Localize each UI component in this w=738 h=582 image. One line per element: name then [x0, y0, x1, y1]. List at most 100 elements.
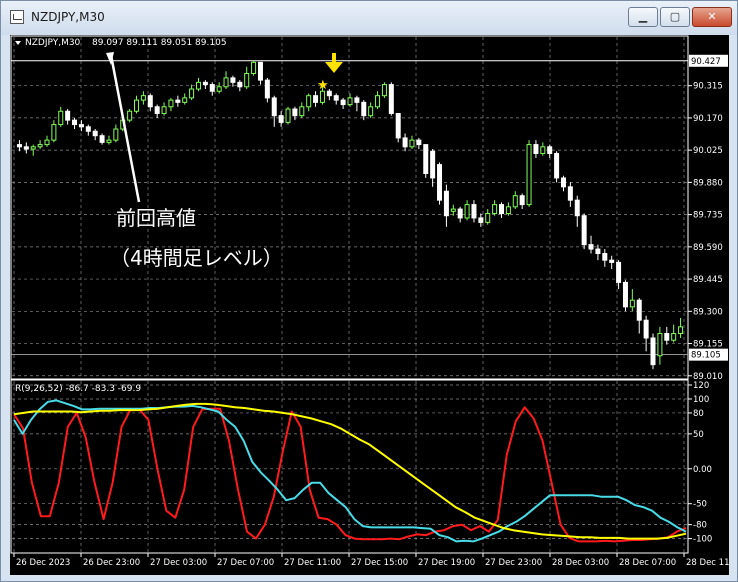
chart-window-icon: [10, 10, 24, 24]
candle-body: [106, 139, 112, 143]
close-button[interactable]: ✕: [692, 7, 732, 27]
candle-body: [402, 137, 408, 148]
candle-body: [306, 95, 312, 108]
candle-body: [381, 84, 387, 97]
maximize-button[interactable]: ▢: [660, 7, 690, 27]
candle-body: [505, 206, 511, 215]
indicator-tick-label: 50: [693, 430, 704, 440]
title-bar[interactable]: NZDJPY,M30 ▁ ▢ ✕: [1, 1, 737, 35]
time-axis: 26 Dec 2023 26 Dec 23:00 27 Dec 03:00 27 De…: [13, 553, 738, 568]
price-tick-label: 89.155: [693, 340, 723, 350]
candle-body: [678, 326, 684, 335]
chart-area[interactable]: 90.315 90.170 90.025 89.880 89.735 89.590 89.4…: [10, 35, 738, 575]
candle-body: [51, 124, 57, 141]
indicator-line-9: [13, 406, 687, 543]
candle-body: [237, 81, 243, 88]
time-tick-label: 27 Dec 11:00: [284, 558, 341, 568]
candle-body: [395, 112, 401, 139]
candle-body: [361, 101, 367, 117]
candle-body: [457, 208, 463, 219]
candle-body: [616, 261, 622, 283]
candle-body: [278, 115, 284, 123]
price-tick-label: 89.735: [693, 211, 723, 221]
candle-body: [65, 110, 71, 121]
price-tick-label: 89.445: [693, 275, 723, 285]
candle-body: [78, 124, 84, 128]
candle-body: [30, 146, 36, 150]
candle-body: [657, 333, 663, 357]
candle-body: [209, 84, 215, 92]
candle-body: [244, 72, 250, 88]
price-chart-svg[interactable]: 90.315 90.170 90.025 89.880 89.735 89.590 89.4…: [10, 35, 738, 575]
close-icon: ✕: [707, 10, 717, 23]
candle-body: [37, 144, 43, 148]
indicator-tick-label: -80: [693, 521, 707, 531]
candle-body: [113, 128, 119, 141]
indicator-tick-label: -100: [693, 535, 712, 545]
previous-high-label: 90.427: [691, 57, 721, 67]
chart-window: NZDJPY,M30 ▁ ▢ ✕ 90.315 90.170 90.025 89.88…: [0, 0, 738, 582]
candle-body: [354, 97, 360, 103]
annotation-line1: 前回高値: [116, 206, 196, 230]
price-tick-label: 89.590: [693, 243, 723, 253]
candle-body: [347, 97, 353, 106]
candle-body: [602, 253, 608, 261]
candle-body: [175, 99, 181, 103]
minimize-button[interactable]: ▁: [628, 7, 658, 27]
time-tick-label: 28 Dec 11:00: [686, 558, 729, 568]
indicator-axis: 120 100 80 50 0.00 -50 -80 -100: [688, 381, 712, 545]
candle-body: [313, 95, 319, 103]
yellow-down-arrow-icon: [325, 53, 343, 73]
time-tick-label: 26 Dec 2023: [16, 558, 70, 568]
candle-body: [58, 110, 64, 126]
price-axis: 90.315 90.170 90.025 89.880 89.735 89.590 89.4…: [688, 54, 728, 382]
dropdown-triangle-icon[interactable]: [15, 41, 21, 45]
candle-body: [271, 97, 277, 117]
candle-body: [437, 164, 443, 201]
candle-body: [264, 79, 270, 99]
candle-body: [16, 144, 22, 148]
candle-body: [567, 186, 573, 201]
candle-body: [409, 139, 415, 148]
candle-body: [430, 150, 436, 179]
candle-body: [375, 95, 381, 108]
candle-body: [333, 95, 339, 101]
time-tick-label: 26 Dec 23:00: [83, 558, 140, 568]
time-tick-label: 27 Dec 03:00: [150, 558, 207, 568]
candle-body: [581, 215, 587, 246]
indicator-lines: [13, 399, 687, 543]
window-title: NZDJPY,M30: [31, 10, 105, 24]
candle-body: [85, 126, 91, 132]
candle-body: [189, 88, 195, 99]
candle-body: [443, 190, 449, 217]
candle-body: [560, 177, 566, 188]
candle-body: [161, 106, 167, 114]
candle-body: [127, 110, 133, 121]
candle-body: [499, 204, 505, 214]
price-tick-label: 89.880: [693, 178, 723, 188]
candle-body: [492, 204, 498, 214]
candle-body: [92, 130, 98, 137]
star-icon: ★: [317, 78, 329, 93]
candle-body: [285, 108, 291, 123]
candle-body: [299, 106, 305, 117]
candle-body: [154, 106, 160, 114]
annotation-line2: （4時間足レベル）: [110, 246, 283, 270]
candle-body: [23, 146, 29, 150]
candle-body: [643, 319, 649, 339]
minimize-icon: ▁: [638, 10, 648, 23]
time-tick-label: 27 Dec 23:00: [485, 558, 542, 568]
candle-body: [388, 84, 394, 114]
time-tick-label: 27 Dec 15:00: [351, 558, 408, 568]
candle-body: [595, 248, 601, 255]
price-tick-label: 90.170: [693, 114, 723, 124]
candle-body: [368, 106, 374, 117]
candle-body: [664, 333, 670, 341]
candle-body: [182, 97, 188, 103]
candle-body: [72, 119, 78, 126]
time-tick-label: 27 Dec 07:00: [217, 558, 274, 568]
current-price-label: 89.105: [691, 351, 721, 361]
candle-body: [464, 204, 470, 219]
candle-body: [44, 139, 50, 146]
annotation-arrow-line: [109, 54, 141, 203]
